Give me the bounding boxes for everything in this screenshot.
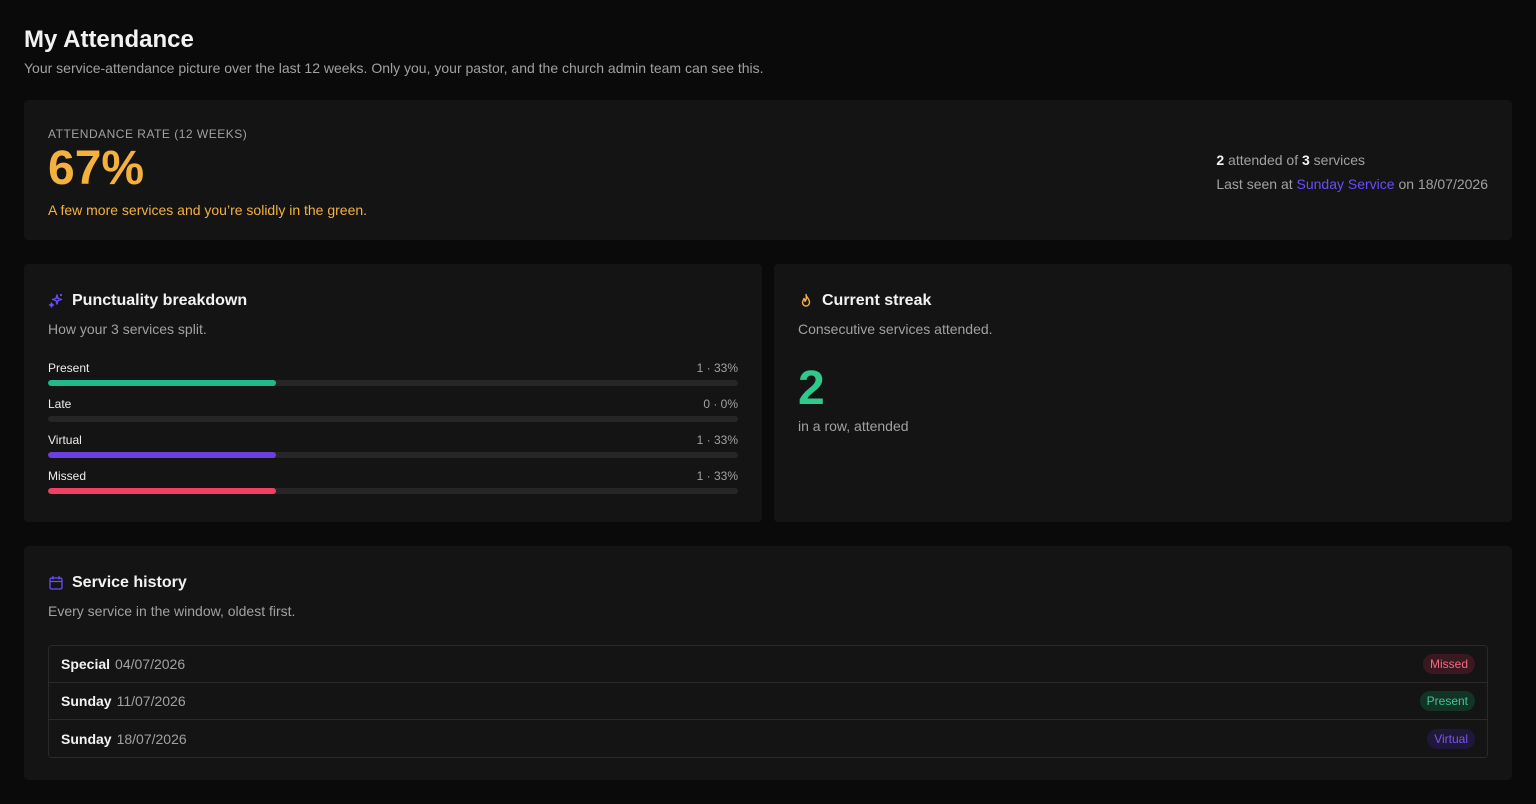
punctuality-header: Punctuality breakdown — [48, 289, 738, 313]
status-badge: Present — [1419, 691, 1475, 711]
bar-count: 0 · 0% — [703, 397, 738, 411]
history-header: Service history — [48, 571, 1488, 595]
bar-label: Virtual — [48, 433, 82, 447]
streak-caption: in a row, attended — [798, 418, 909, 434]
attendance-summary: 2 attended of 3 services Last seen at Su… — [1216, 148, 1488, 196]
attendance-rate-message: A few more services and you’re solidly i… — [48, 202, 368, 218]
bar-track — [48, 416, 738, 422]
punctuality-bars: Present 1 · 33% Late 0 · 0% Virtual 1 · … — [48, 360, 738, 504]
history-list: Special 04/07/2026 Missed Sunday 11/07/202… — [48, 645, 1488, 758]
punctuality-row-late: Late 0 · 0% — [48, 396, 738, 432]
streak-title: Current streak — [822, 292, 932, 309]
bar-fill — [48, 488, 276, 494]
service-type: Special — [61, 656, 111, 672]
punctuality-title: Punctuality breakdown — [72, 292, 248, 309]
attended-count-line: 2 attended of 3 services — [1216, 148, 1488, 172]
history-row: Sunday 11/07/2026 Present — [49, 683, 1487, 720]
total-text: services — [1313, 152, 1366, 168]
history-row: Sunday 18/07/2026 Virtual — [49, 720, 1487, 757]
bar-label: Missed — [48, 469, 87, 483]
service-type: Sunday — [61, 730, 112, 747]
service-date: 11/07/2026 — [116, 693, 186, 709]
streak-header: Current streak — [798, 289, 1488, 313]
last-seen-date: on 18/07/2026 — [1398, 176, 1488, 192]
status-badge: Virtual — [1427, 728, 1475, 749]
sparkles-icon — [48, 293, 64, 309]
bar-count: 1 · 33% — [696, 469, 738, 483]
attendance-rate-card: ATTENDANCE RATE (12 WEEKS) 67% A few mor… — [24, 100, 1512, 240]
service-date: 04/07/2026 — [115, 656, 186, 672]
last-seen-service-link[interactable]: Sunday Service — [1297, 176, 1395, 192]
attended-text: attended of — [1228, 152, 1299, 168]
last-seen-prefix: Last seen at — [1216, 176, 1293, 192]
streak-description: Consecutive services attended. — [798, 321, 993, 337]
history-title: Service history — [72, 574, 187, 591]
attended-count: 2 — [1216, 152, 1225, 168]
history-row: Special 04/07/2026 Missed — [49, 646, 1487, 683]
punctuality-row-present: Present 1 · 33% — [48, 360, 738, 396]
bar-fill — [48, 452, 276, 458]
bar-fill — [48, 380, 276, 386]
bar-label: Present — [48, 361, 90, 375]
bar-label: Late — [48, 397, 72, 411]
last-seen-line: Last seen at Sunday Service on 18/07/202… — [1216, 172, 1488, 196]
status-badge: Missed — [1422, 654, 1475, 674]
punctuality-description: How your 3 services split. — [48, 321, 207, 337]
bar-track — [48, 488, 738, 494]
punctuality-card: Punctuality breakdown How your 3 service… — [24, 264, 762, 522]
streak-card: Current streak Consecutive services atte… — [774, 264, 1512, 522]
service-type: Sunday — [61, 693, 112, 709]
bar-track — [48, 380, 738, 386]
history-description: Every service in the window, oldest firs… — [48, 603, 296, 619]
punctuality-row-virtual: Virtual 1 · 33% — [48, 432, 738, 468]
bar-count: 1 · 33% — [696, 361, 738, 375]
page-title: My Attendance — [24, 26, 194, 53]
total-count: 3 — [1301, 152, 1310, 168]
attendance-rate-label: ATTENDANCE RATE (12 WEEKS) — [48, 127, 248, 141]
bar-count: 1 · 33% — [696, 433, 738, 447]
service-date: 18/07/2026 — [116, 730, 187, 747]
page-subtitle: Your service-attendance picture over the… — [24, 60, 764, 76]
service-history-card: Service history Every service in the win… — [24, 546, 1512, 780]
punctuality-row-missed: Missed 1 · 33% — [48, 468, 738, 504]
bar-track — [48, 452, 738, 458]
attendance-page: My Attendance Your service-attendance pi… — [24, 26, 1512, 780]
calendar-icon — [48, 575, 64, 591]
flame-icon — [798, 293, 814, 309]
streak-value: 2 — [798, 362, 825, 415]
